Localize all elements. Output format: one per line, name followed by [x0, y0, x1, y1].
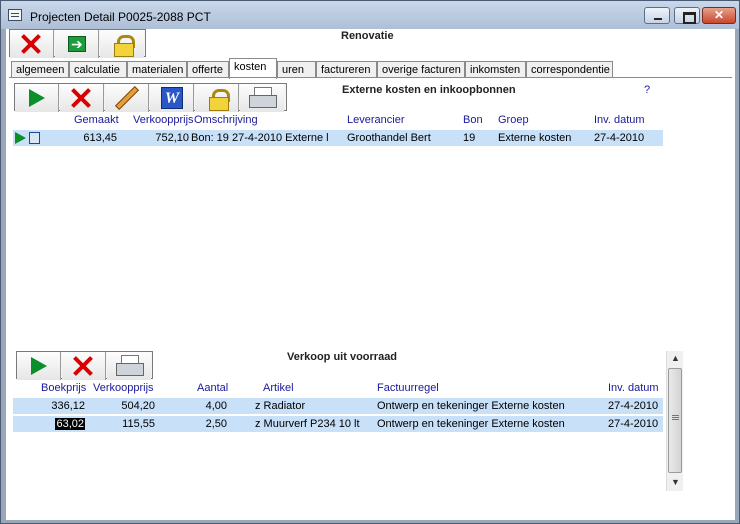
- next-arrow-icon: [68, 36, 86, 53]
- door-icon[interactable]: [29, 132, 40, 144]
- cell-datum: 27-4-2010: [608, 418, 659, 430]
- col-boekprijs: Boekprijs: [41, 382, 87, 394]
- grip-icon: [672, 415, 679, 416]
- cell-aantal: 4,00: [205, 400, 227, 412]
- main-toolbar: [9, 29, 146, 58]
- cell-factuurregel: Ontwerp en tekeninger Externe kosten: [377, 418, 565, 430]
- tab-inkomsten[interactable]: inkomsten: [465, 61, 526, 78]
- lock-button[interactable]: [100, 30, 144, 58]
- scroll-down-icon[interactable]: ▼: [671, 477, 680, 487]
- lock-icon: [209, 89, 230, 111]
- stock-open-button[interactable]: [17, 352, 61, 380]
- col-gemaakt: Gemaakt: [74, 114, 119, 126]
- cell-aantal: 2,50: [205, 418, 227, 430]
- col-verkoopprijs-stock: Verkoopprijs: [93, 382, 154, 394]
- word-button[interactable]: W: [150, 84, 194, 112]
- cell-artikel: z Muurverf P234 10 lt: [255, 418, 360, 430]
- open-button[interactable]: [15, 84, 59, 112]
- selected-value[interactable]: 63,02: [55, 418, 85, 430]
- word-icon: W: [161, 87, 183, 109]
- project-name: Renovatie: [341, 30, 394, 42]
- cell-groep: Externe kosten: [498, 132, 572, 144]
- print-icon: [116, 355, 144, 376]
- cell-leverancier: Groothandel Bert: [347, 132, 431, 144]
- table-row[interactable]: 613,45 752,10 Bon: 19 27-4-2010 Externe …: [13, 130, 663, 146]
- cancel-button[interactable]: [10, 30, 54, 58]
- stock-scrollbar[interactable]: ▲ ▼: [666, 351, 683, 491]
- table-row[interactable]: 336,12 504,20 4,00 z Radiator Ontwerp en…: [13, 398, 663, 414]
- scroll-up-icon[interactable]: ▲: [671, 353, 680, 363]
- app-icon: [8, 9, 22, 21]
- cell-factuurregel: Ontwerp en tekeninger Externe kosten: [377, 400, 565, 412]
- project-detail-window: Projecten Detail P0025-2088 PCT ✕ Renova…: [0, 0, 740, 524]
- col-bon: Bon: [463, 114, 483, 126]
- tab-panel-border: [9, 77, 732, 78]
- cell-verkoopprijs: 752,10: [155, 132, 189, 144]
- play-icon: [31, 357, 47, 375]
- print-button[interactable]: [240, 84, 284, 112]
- col-leverancier: Leverancier: [347, 114, 405, 126]
- next-button[interactable]: [55, 30, 99, 58]
- tab-overige-facturen[interactable]: overige facturen: [377, 61, 465, 78]
- col-verkoopprijs: Verkoopprijs: [133, 114, 194, 126]
- tab-factureren[interactable]: factureren: [316, 61, 377, 78]
- scroll-thumb[interactable]: [668, 368, 682, 473]
- col-inv-datum-stock: Inv. datum: [608, 382, 659, 394]
- tab-correspondentie[interactable]: correspondentie: [526, 61, 613, 78]
- tab-uren[interactable]: uren: [277, 61, 316, 78]
- close-x-icon: [20, 33, 42, 55]
- cell-boekprijs: 336,12: [51, 400, 85, 412]
- stock-toolbar: [16, 351, 153, 380]
- stock-print-button[interactable]: [107, 352, 151, 380]
- tab-materialen[interactable]: materialen: [127, 61, 187, 78]
- maximize-button[interactable]: [674, 7, 700, 24]
- tab-offerte[interactable]: offerte: [187, 61, 229, 78]
- help-link[interactable]: ?: [644, 84, 650, 96]
- col-omschrijving: Omschrijving: [194, 114, 258, 126]
- minimize-button[interactable]: [644, 7, 670, 24]
- external-costs-toolbar: W: [14, 83, 287, 112]
- title-bar: Projecten Detail P0025-2088 PCT ✕: [1, 1, 739, 29]
- play-icon: [29, 89, 45, 107]
- edit-button[interactable]: [105, 84, 149, 112]
- cell-gemaakt: 613,45: [83, 132, 117, 144]
- open-row-icon[interactable]: [15, 132, 26, 144]
- lock-cost-button[interactable]: [195, 84, 239, 112]
- lock-icon: [114, 35, 135, 57]
- tab-calculatie[interactable]: calculatie: [69, 61, 127, 78]
- tab-algemeen[interactable]: algemeen: [11, 61, 69, 78]
- stock-title: Verkoop uit voorraad: [287, 351, 398, 363]
- col-aantal: Aantal: [197, 382, 229, 394]
- cell-verkoopprijs: 504,20: [121, 400, 155, 412]
- col-inv-datum: Inv. datum: [594, 114, 645, 126]
- print-icon: [249, 87, 277, 108]
- tab-kosten[interactable]: kosten: [229, 58, 277, 79]
- cell-verkoopprijs: 115,55: [122, 418, 155, 430]
- window-title: Projecten Detail P0025-2088 PCT: [30, 10, 211, 24]
- client-area: Renovatie algemeen calculatie materialen…: [6, 29, 735, 520]
- edit-pencil-icon: [114, 85, 140, 111]
- cell-datum: 27-4-2010: [594, 132, 645, 144]
- col-groep: Groep: [498, 114, 529, 126]
- close-window-button[interactable]: ✕: [702, 7, 736, 24]
- cell-omschrijving: Bon: 19 27-4-2010 Externe l: [191, 132, 329, 144]
- delete-icon: [70, 87, 92, 109]
- stock-delete-button[interactable]: [62, 352, 106, 380]
- table-row[interactable]: 63,02 115,55 2,50 z Muurverf P234 10 lt …: [13, 416, 663, 432]
- cell-artikel: z Radiator: [255, 400, 306, 412]
- cell-boekprijs: 63,02: [23, 418, 85, 430]
- cell-bon: 19: [463, 132, 476, 144]
- cell-datum: 27-4-2010: [608, 400, 659, 412]
- external-costs-title: Externe kosten en inkoopbonnen: [342, 84, 516, 96]
- col-artikel: Artikel: [263, 382, 294, 394]
- delete-icon: [72, 355, 94, 377]
- col-factuurregel: Factuurregel: [377, 382, 439, 394]
- delete-button[interactable]: [60, 84, 104, 112]
